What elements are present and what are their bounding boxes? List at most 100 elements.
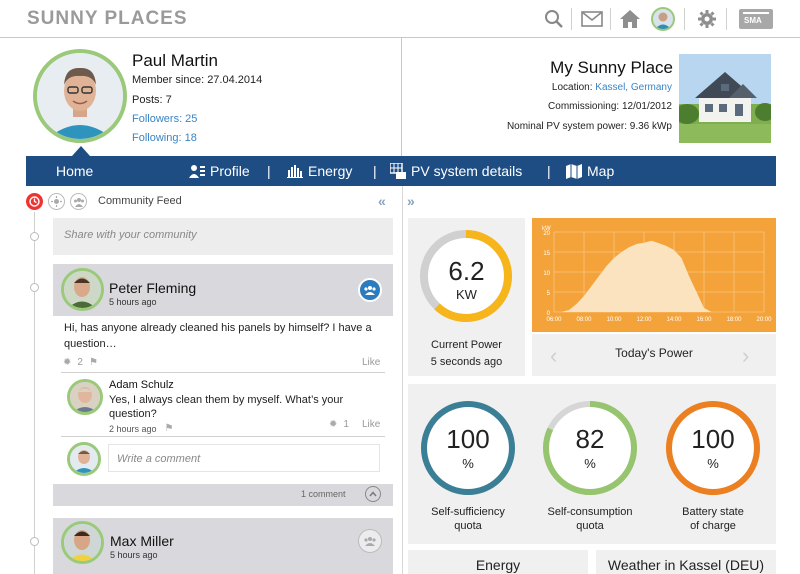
- my-avatar[interactable]: [67, 442, 101, 476]
- top-bar: SUNNY PLACES SMA: [0, 0, 800, 38]
- comment-count[interactable]: 1 comment: [301, 489, 346, 499]
- kpi-label: of charge: [690, 520, 736, 532]
- post-author[interactable]: Max Miller: [110, 533, 174, 549]
- author-avatar[interactable]: [61, 521, 104, 564]
- nav-pv[interactable]: PV system details: [390, 156, 522, 186]
- post-time: 5 hours ago: [109, 297, 157, 307]
- profile-panel: Paul Martin Member since: 27.04.2014 Pos…: [0, 38, 401, 156]
- home-icon[interactable]: [618, 7, 642, 31]
- active-indicator: [72, 146, 90, 156]
- feed-post: Peter Fleming 5 hours ago Hi, has anyone…: [53, 264, 393, 506]
- chart-footer: ‹ Today's Power ›: [532, 334, 776, 376]
- place-location: Location: Kassel, Germany: [552, 82, 672, 93]
- reply-time: 2 hours ago: [109, 423, 157, 434]
- sun-icon[interactable]: ✹: [63, 357, 71, 368]
- commissioning: Commissioning: 12/01/2012: [548, 101, 672, 112]
- x-tick-label: 06:00: [546, 317, 562, 323]
- member-since: Member since: 27.04.2014: [132, 74, 263, 86]
- divider: [61, 436, 385, 437]
- feed-post: Max Miller 5 hours ago: [53, 518, 393, 574]
- community-icon[interactable]: [358, 529, 382, 553]
- kpi-item[interactable]: 100% Battery state of charge: [663, 398, 763, 538]
- divider: [61, 372, 385, 373]
- collapse-comments-icon[interactable]: [365, 486, 381, 502]
- reply-like-button[interactable]: Like: [362, 419, 380, 430]
- kpi-unit: %: [584, 456, 596, 471]
- collapse-left-icon[interactable]: «: [378, 193, 386, 209]
- nav-profile-label: Profile: [210, 163, 250, 179]
- kpi-label: quota: [576, 520, 604, 532]
- separator: [726, 8, 727, 30]
- followers-link[interactable]: Followers: 25: [132, 113, 197, 125]
- profile-icon: [189, 165, 205, 178]
- timeline-line: [34, 212, 35, 574]
- location-link[interactable]: Kassel, Germany: [595, 82, 672, 93]
- nav-profile[interactable]: Profile: [189, 156, 250, 186]
- clock-icon[interactable]: [26, 193, 43, 210]
- user-avatar[interactable]: [651, 7, 675, 31]
- search-icon[interactable]: [542, 7, 566, 31]
- weather-tab-label: Weather in Kassel (DEU): [607, 557, 765, 573]
- chart-caption: Today's Power: [615, 346, 693, 360]
- flag-icon[interactable]: ⚑: [165, 423, 174, 434]
- todays-power-chart[interactable]: 0 5 10 15 20 06:00 08:00 10:00 12:00 14:00 16:00 18…: [532, 218, 776, 332]
- column-divider: [402, 186, 403, 574]
- sun-icon[interactable]: ✹: [329, 419, 337, 430]
- share-input[interactable]: Share with your community: [53, 218, 393, 255]
- brand-title[interactable]: SUNNY PLACES: [27, 8, 188, 30]
- weather-tab[interactable]: Weather in Kassel (DEU): [596, 550, 776, 574]
- x-tick-label: 10:00: [606, 317, 622, 323]
- timeline-dot: [30, 232, 39, 241]
- y-tick-label: 5: [547, 291, 551, 297]
- nav-energy[interactable]: Energy: [287, 156, 352, 186]
- like-button[interactable]: Like: [362, 357, 380, 368]
- share-placeholder: Share with your community: [64, 229, 197, 241]
- post-header: Peter Fleming 5 hours ago: [53, 264, 393, 316]
- mail-icon[interactable]: [580, 7, 604, 31]
- kpi-value: 100: [446, 424, 490, 454]
- profile-avatar[interactable]: [33, 49, 127, 143]
- sun-filter-icon[interactable]: [48, 193, 65, 210]
- nav-home[interactable]: Home: [56, 156, 93, 186]
- reply-likes: ✹ 1: [329, 419, 349, 430]
- expand-right-icon[interactable]: »: [407, 193, 415, 209]
- x-tick-label: 16:00: [696, 317, 712, 323]
- following-link[interactable]: Following: 18: [132, 132, 197, 144]
- sma-logo: SMA: [739, 9, 773, 29]
- chart-canvas: 0510152006:00 08:00 10:00 12:00 14:00 16:00 18…: [542, 226, 772, 323]
- reply-avatar[interactable]: [67, 379, 103, 415]
- house-photo[interactable]: [679, 54, 771, 143]
- place-panel: My Sunny Place Location: Kassel, Germany…: [402, 38, 800, 156]
- gear-icon[interactable]: [695, 7, 719, 31]
- place-title: My Sunny Place: [550, 58, 673, 77]
- post-author[interactable]: Peter Fleming: [109, 280, 196, 296]
- nav-map[interactable]: Map: [566, 156, 614, 186]
- feed-header: Community Feed «: [26, 193, 396, 211]
- reply-author[interactable]: Adam Schulz: [109, 379, 174, 391]
- nav-home-label: Home: [56, 163, 94, 179]
- current-power-card[interactable]: 6.2 KW Current Power 5 seconds ago: [408, 218, 525, 376]
- power-unit: KW: [456, 287, 477, 302]
- community-icon[interactable]: [358, 278, 382, 302]
- next-day-icon[interactable]: ›: [742, 343, 749, 369]
- group-filter-icon[interactable]: [70, 193, 87, 210]
- energy-icon: [287, 165, 303, 178]
- kpi-value: 100: [691, 424, 735, 454]
- x-tick-label: 12:00: [636, 317, 652, 323]
- timeline-dot: [30, 537, 39, 546]
- author-avatar[interactable]: [61, 268, 104, 311]
- pv-panel-icon: [390, 163, 406, 179]
- energy-tab[interactable]: Energy: [408, 550, 588, 574]
- app-window: SUNNY PLACES SMA Paul Martin Member sinc…: [0, 0, 800, 574]
- kpi-item[interactable]: 82% Self-consumption quota: [540, 398, 640, 538]
- comment-input[interactable]: Write a comment: [108, 444, 380, 472]
- kpi-label: Self-sufficiency: [431, 506, 505, 518]
- kpi-item[interactable]: 100% Self-sufficiency quota: [418, 398, 518, 538]
- flag-icon[interactable]: ⚑: [89, 357, 98, 368]
- nav-sep: |: [547, 163, 551, 179]
- separator: [610, 8, 611, 30]
- energy-tab-label: Energy: [475, 557, 521, 573]
- kpi-label: Self-consumption: [547, 506, 633, 518]
- main-nav: Home Profile | Energy | PV system detail…: [26, 156, 776, 186]
- reply-meta: 2 hours ago ⚑: [109, 423, 174, 434]
